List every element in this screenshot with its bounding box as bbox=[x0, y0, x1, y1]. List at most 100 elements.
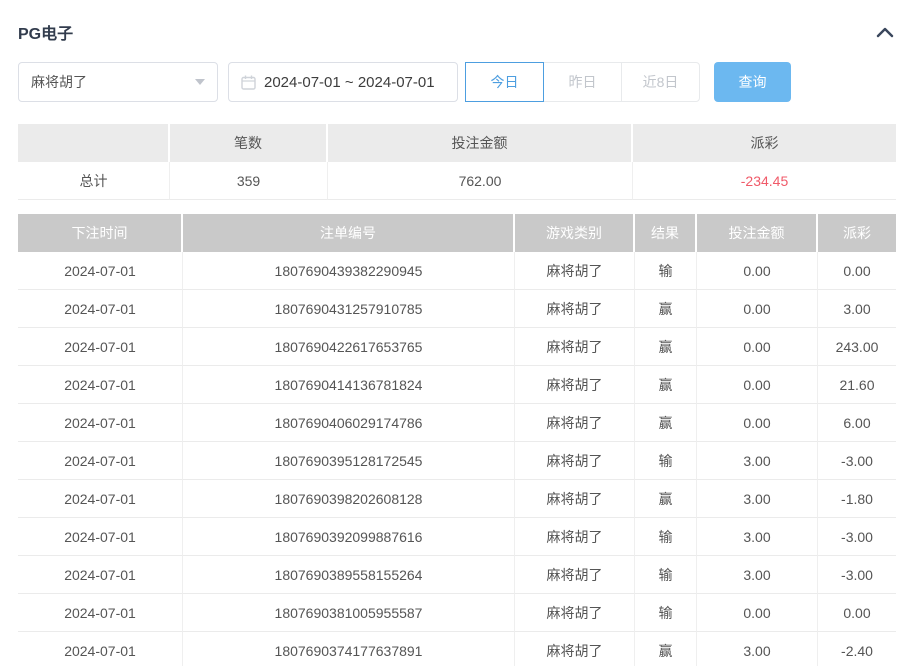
bet-amount-cell: 0.00 bbox=[697, 328, 818, 366]
table-row: 2024-07-01 1807690439382290945 麻将胡了 输 0.… bbox=[18, 252, 896, 290]
bet-time-cell: 2024-07-01 bbox=[18, 632, 183, 666]
game-select[interactable]: 麻将胡了 bbox=[18, 62, 218, 102]
game-type-cell: 麻将胡了 bbox=[515, 404, 635, 442]
summary-bet-amount-value: 762.00 bbox=[328, 162, 633, 200]
bet-amount-cell: 3.00 bbox=[697, 480, 818, 518]
calendar-icon bbox=[241, 75, 256, 90]
game-type-cell: 麻将胡了 bbox=[515, 328, 635, 366]
bet-time-cell: 2024-07-01 bbox=[18, 404, 183, 442]
payout-cell: 0.00 bbox=[818, 252, 896, 290]
table-row: 2024-07-01 1807690431257910785 麻将胡了 赢 0.… bbox=[18, 290, 896, 328]
result-cell: 输 bbox=[635, 442, 697, 480]
payout-cell: -3.00 bbox=[818, 556, 896, 594]
payout-cell: -3.00 bbox=[818, 442, 896, 480]
bet-time-cell: 2024-07-01 bbox=[18, 518, 183, 556]
bet-id-cell: 1807690392099887616 bbox=[183, 518, 515, 556]
bet-id-cell: 1807690414136781824 bbox=[183, 366, 515, 404]
payout-cell: 6.00 bbox=[818, 404, 896, 442]
bet-records-table: 下注时间 注单编号 游戏类别 结果 投注金额 派彩 2024-07-01 180… bbox=[18, 214, 896, 666]
bet-time-cell: 2024-07-01 bbox=[18, 328, 183, 366]
filter-bar: 麻将胡了 2024-07-01 ~ 2024-07-01 今日 昨日 近8日 查… bbox=[18, 62, 896, 102]
game-type-cell: 麻将胡了 bbox=[515, 366, 635, 404]
records-header-cell: 游戏类别 bbox=[515, 214, 635, 252]
quick-date-button[interactable]: 今日 bbox=[465, 62, 544, 102]
bet-id-cell: 1807690381005955587 bbox=[183, 594, 515, 632]
result-cell: 输 bbox=[635, 594, 697, 632]
bet-amount-cell: 0.00 bbox=[697, 252, 818, 290]
records-header-row: 下注时间 注单编号 游戏类别 结果 投注金额 派彩 bbox=[18, 214, 896, 252]
bet-id-cell: 1807690395128172545 bbox=[183, 442, 515, 480]
game-type-cell: 麻将胡了 bbox=[515, 442, 635, 480]
table-row: 2024-07-01 1807690422617653765 麻将胡了 赢 0.… bbox=[18, 328, 896, 366]
records-header-cell: 投注金额 bbox=[697, 214, 818, 252]
page-title: PG电子 bbox=[18, 20, 73, 44]
result-cell: 赢 bbox=[635, 366, 697, 404]
bet-amount-cell: 3.00 bbox=[697, 442, 818, 480]
date-range-input[interactable]: 2024-07-01 ~ 2024-07-01 bbox=[228, 62, 458, 102]
bet-id-cell: 1807690422617653765 bbox=[183, 328, 515, 366]
bet-time-cell: 2024-07-01 bbox=[18, 252, 183, 290]
game-type-cell: 麻将胡了 bbox=[515, 594, 635, 632]
summary-total-row: 总计 359 762.00 -234.45 bbox=[18, 162, 896, 200]
summary-header-cell bbox=[18, 124, 170, 162]
summary-header-row: 笔数 投注金额 派彩 bbox=[18, 124, 896, 162]
payout-cell: 0.00 bbox=[818, 594, 896, 632]
chevron-down-icon bbox=[195, 79, 205, 85]
collapse-panel-button[interactable] bbox=[874, 24, 896, 40]
query-button[interactable]: 查询 bbox=[714, 62, 791, 102]
table-row: 2024-07-01 1807690374177637891 麻将胡了 赢 3.… bbox=[18, 632, 896, 666]
records-header-cell: 下注时间 bbox=[18, 214, 183, 252]
bet-time-cell: 2024-07-01 bbox=[18, 594, 183, 632]
result-cell: 赢 bbox=[635, 480, 697, 518]
summary-header-cell: 派彩 bbox=[633, 124, 896, 162]
table-row: 2024-07-01 1807690414136781824 麻将胡了 赢 0.… bbox=[18, 366, 896, 404]
game-select-value: 麻将胡了 bbox=[31, 72, 87, 92]
table-row: 2024-07-01 1807690392099887616 麻将胡了 输 3.… bbox=[18, 518, 896, 556]
bet-amount-cell: 3.00 bbox=[697, 518, 818, 556]
result-cell: 输 bbox=[635, 556, 697, 594]
quick-date-button[interactable]: 昨日 bbox=[543, 62, 622, 102]
bet-id-cell: 1807690406029174786 bbox=[183, 404, 515, 442]
panel-titlebar: PG电子 bbox=[18, 0, 896, 44]
payout-cell: -2.40 bbox=[818, 632, 896, 666]
bet-amount-cell: 0.00 bbox=[697, 404, 818, 442]
bet-time-cell: 2024-07-01 bbox=[18, 442, 183, 480]
bet-amount-cell: 0.00 bbox=[697, 594, 818, 632]
summary-header-cell: 投注金额 bbox=[328, 124, 633, 162]
summary-total-label: 总计 bbox=[18, 162, 170, 200]
bet-time-cell: 2024-07-01 bbox=[18, 366, 183, 404]
game-type-cell: 麻将胡了 bbox=[515, 252, 635, 290]
bet-id-cell: 1807690431257910785 bbox=[183, 290, 515, 328]
bet-id-cell: 1807690398202608128 bbox=[183, 480, 515, 518]
table-row: 2024-07-01 1807690406029174786 麻将胡了 赢 0.… bbox=[18, 404, 896, 442]
game-type-cell: 麻将胡了 bbox=[515, 290, 635, 328]
table-row: 2024-07-01 1807690398202608128 麻将胡了 赢 3.… bbox=[18, 480, 896, 518]
game-type-cell: 麻将胡了 bbox=[515, 518, 635, 556]
table-row: 2024-07-01 1807690395128172545 麻将胡了 输 3.… bbox=[18, 442, 896, 480]
game-type-cell: 麻将胡了 bbox=[515, 632, 635, 666]
bet-amount-cell: 0.00 bbox=[697, 366, 818, 404]
game-type-cell: 麻将胡了 bbox=[515, 556, 635, 594]
result-cell: 输 bbox=[635, 518, 697, 556]
chevron-up-icon bbox=[876, 26, 894, 41]
bet-amount-cell: 3.00 bbox=[697, 556, 818, 594]
quick-date-button[interactable]: 近8日 bbox=[621, 62, 700, 102]
bet-amount-cell: 0.00 bbox=[697, 290, 818, 328]
summary-table: 笔数 投注金额 派彩 总计 359 762.00 -234.45 bbox=[18, 124, 896, 200]
summary-header-cell: 笔数 bbox=[170, 124, 328, 162]
bet-time-cell: 2024-07-01 bbox=[18, 556, 183, 594]
payout-cell: 21.60 bbox=[818, 366, 896, 404]
bet-time-cell: 2024-07-01 bbox=[18, 290, 183, 328]
records-body: 2024-07-01 1807690439382290945 麻将胡了 输 0.… bbox=[18, 252, 896, 666]
bet-id-cell: 1807690439382290945 bbox=[183, 252, 515, 290]
summary-payout-value: -234.45 bbox=[633, 162, 896, 200]
result-cell: 输 bbox=[635, 252, 697, 290]
table-row: 2024-07-01 1807690381005955587 麻将胡了 输 0.… bbox=[18, 594, 896, 632]
date-range-value: 2024-07-01 ~ 2024-07-01 bbox=[264, 74, 435, 91]
bet-amount-cell: 3.00 bbox=[697, 632, 818, 666]
records-header-cell: 结果 bbox=[635, 214, 697, 252]
game-type-cell: 麻将胡了 bbox=[515, 480, 635, 518]
table-row: 2024-07-01 1807690389558155264 麻将胡了 输 3.… bbox=[18, 556, 896, 594]
summary-count-value: 359 bbox=[170, 162, 328, 200]
payout-cell: 243.00 bbox=[818, 328, 896, 366]
